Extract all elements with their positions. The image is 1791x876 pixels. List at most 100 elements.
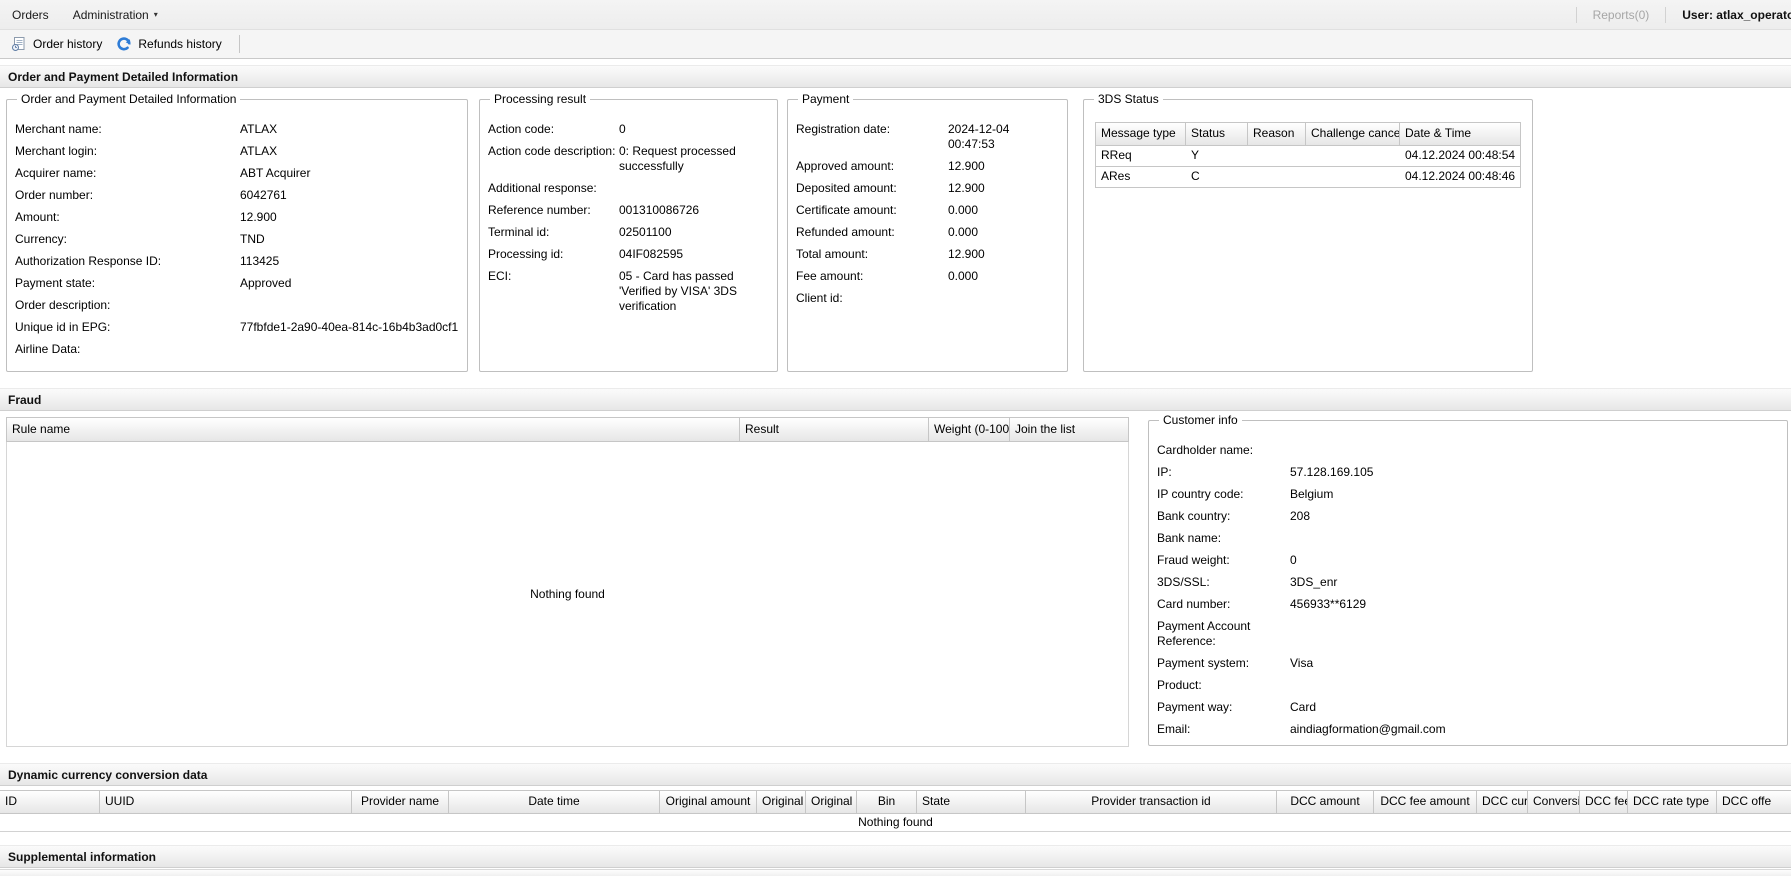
field-label: Email: [1157, 722, 1290, 737]
field-ip: IP:57.128.169.105 [1157, 465, 1779, 480]
dcc-column-bin[interactable]: Bin [857, 791, 917, 813]
field-auth-response-id: Authorization Response ID:113425 [15, 254, 459, 269]
field-value: aindiagformation@gmail.com [1290, 722, 1779, 737]
field-value: 6042761 [240, 188, 459, 203]
user-menu[interactable]: User: atlax_operator ▾ [1676, 8, 1791, 22]
field-label: Payment way: [1157, 700, 1290, 715]
fraud-empty-message: Nothing found [530, 587, 605, 601]
fraud-column-weight[interactable]: Weight (0-100) [929, 418, 1010, 441]
refunds-history-button[interactable]: Refunds history [111, 32, 230, 56]
dcc-column-original-fee[interactable]: Original f [757, 791, 806, 813]
field-value: 0 [1290, 553, 1779, 568]
fraud-column-join-the-list[interactable]: Join the list [1010, 418, 1128, 441]
field-label: Airline Data: [15, 342, 240, 357]
field-label: Payment state: [15, 276, 240, 291]
tds-cell-reason [1248, 146, 1306, 166]
menu-administration-label: Administration [73, 8, 149, 22]
dcc-column-provider-name[interactable]: Provider name [352, 791, 449, 813]
dcc-column-dcc-fee-amount[interactable]: DCC fee amount [1374, 791, 1477, 813]
dcc-column-dcc-offer[interactable]: DCC offe [1717, 791, 1791, 813]
menu-administration[interactable]: Administration ▾ [61, 0, 170, 29]
field-label: Order number: [15, 188, 240, 203]
dcc-column-dcc-rate-type[interactable]: DCC rate type [1628, 791, 1717, 813]
order-history-icon [11, 36, 27, 52]
dcc-column-original-currency[interactable]: Original c [806, 791, 857, 813]
field-label: Card number: [1157, 597, 1290, 612]
dcc-column-id[interactable]: ID [0, 791, 100, 813]
field-payment-way: Payment way:Card [1157, 700, 1779, 715]
dcc-column-dcc-amount[interactable]: DCC amount [1277, 791, 1374, 813]
menu-separator [1576, 7, 1577, 23]
field-amount: Amount:12.900 [15, 210, 459, 225]
tds-table-row[interactable]: ARes C 04.12.2024 00:48:46 [1095, 167, 1521, 188]
fraud-column-result[interactable]: Result [740, 418, 929, 441]
field-acquirer-name: Acquirer name:ABT Acquirer [15, 166, 459, 181]
customer-info-groupbox: Customer info Cardholder name: IP:57.128… [1148, 413, 1788, 746]
field-label: Action code: [488, 122, 619, 137]
field-value: 0.000 [948, 269, 1059, 284]
order-detail-page: { "menu": { "orders": "Orders", "adminis… [0, 0, 1791, 876]
dcc-column-conversion[interactable]: Conversi [1528, 791, 1580, 813]
field-value [1290, 619, 1779, 649]
field-ip-country-code: IP country code:Belgium [1157, 487, 1779, 502]
main-section-header: Order and Payment Detailed Information [0, 65, 1791, 88]
field-deposited-amount: Deposited amount:12.900 [796, 181, 1059, 196]
order-info-rows: Merchant name:ATLAX Merchant login:ATLAX… [15, 110, 459, 357]
tds-column-date-time[interactable]: Date & Time [1400, 123, 1520, 145]
tds-cell-status: Y [1186, 146, 1248, 166]
field-value [240, 342, 459, 357]
tds-cell-message-type: ARes [1096, 167, 1186, 187]
field-cardholder-name: Cardholder name: [1157, 443, 1779, 458]
field-label: Processing id: [488, 247, 619, 262]
tds-status-legend: 3DS Status [1094, 92, 1163, 106]
dcc-column-dcc-fee[interactable]: DCC fee [1580, 791, 1628, 813]
field-label: 3DS/SSL: [1157, 575, 1290, 590]
field-label: Fee amount: [796, 269, 948, 284]
field-label: Approved amount: [796, 159, 948, 174]
dcc-column-state[interactable]: State [917, 791, 1026, 813]
dcc-column-date-time[interactable]: Date time [449, 791, 660, 813]
dcc-column-provider-transaction-id[interactable]: Provider transaction id [1026, 791, 1277, 813]
refunds-history-label: Refunds history [138, 37, 221, 51]
menu-reports[interactable]: Reports(0) [1587, 8, 1656, 22]
field-action-code-description: Action code description:0: Request proce… [488, 144, 769, 174]
toolbar-separator [239, 35, 240, 53]
field-unique-id-epg: Unique id in EPG:77fbfde1-2a90-40ea-814c… [15, 320, 459, 335]
tds-column-challenge-cancel[interactable]: Challenge cancel [1306, 123, 1400, 145]
menu-bar: Orders Administration ▾ Reports(0) User:… [0, 0, 1791, 30]
tds-column-reason[interactable]: Reason [1248, 123, 1306, 145]
field-value: ATLAX [240, 122, 459, 137]
field-value: Approved [240, 276, 459, 291]
order-info-groupbox: Order and Payment Detailed Information M… [6, 92, 468, 372]
field-label: Registration date: [796, 122, 948, 152]
field-value: 208 [1290, 509, 1779, 524]
fraud-column-rule-name[interactable]: Rule name [7, 418, 740, 441]
field-value: 12.900 [948, 181, 1059, 196]
dcc-table: ID UUID Provider name Date time Original… [0, 790, 1791, 832]
field-card-number: Card number:456933**6129 [1157, 597, 1779, 612]
tds-table-header: Message type Status Reason Challenge can… [1095, 122, 1521, 146]
field-label: Payment Account Reference: [1157, 619, 1290, 649]
field-value: ABT Acquirer [240, 166, 459, 181]
order-history-button[interactable]: Order history [6, 32, 111, 56]
tds-table-row[interactable]: RReq Y 04.12.2024 00:48:54 [1095, 146, 1521, 167]
dcc-table-header: ID UUID Provider name Date time Original… [0, 790, 1791, 814]
fraud-table-body: Nothing found [6, 442, 1129, 747]
field-label: Amount: [15, 210, 240, 225]
tds-column-status[interactable]: Status [1186, 123, 1248, 145]
field-label: Authorization Response ID: [15, 254, 240, 269]
field-order-number: Order number:6042761 [15, 188, 459, 203]
field-value: ATLAX [240, 144, 459, 159]
tds-column-message-type[interactable]: Message type [1096, 123, 1186, 145]
field-value: 001310086726 [619, 203, 769, 218]
chevron-down-icon: ▾ [154, 10, 158, 19]
menu-right-group: Reports(0) User: atlax_operator ▾ [1566, 0, 1791, 29]
dcc-column-uuid[interactable]: UUID [100, 791, 352, 813]
supplemental-section-header: Supplemental information [0, 845, 1791, 868]
dcc-column-original-amount[interactable]: Original amount [660, 791, 757, 813]
field-3ds-ssl: 3DS/SSL:3DS_enr [1157, 575, 1779, 590]
field-value: Belgium [1290, 487, 1779, 502]
field-value: 0: Request processed successfully [619, 144, 769, 174]
dcc-column-dcc-currency[interactable]: DCC curr [1477, 791, 1528, 813]
menu-orders[interactable]: Orders [0, 0, 61, 29]
